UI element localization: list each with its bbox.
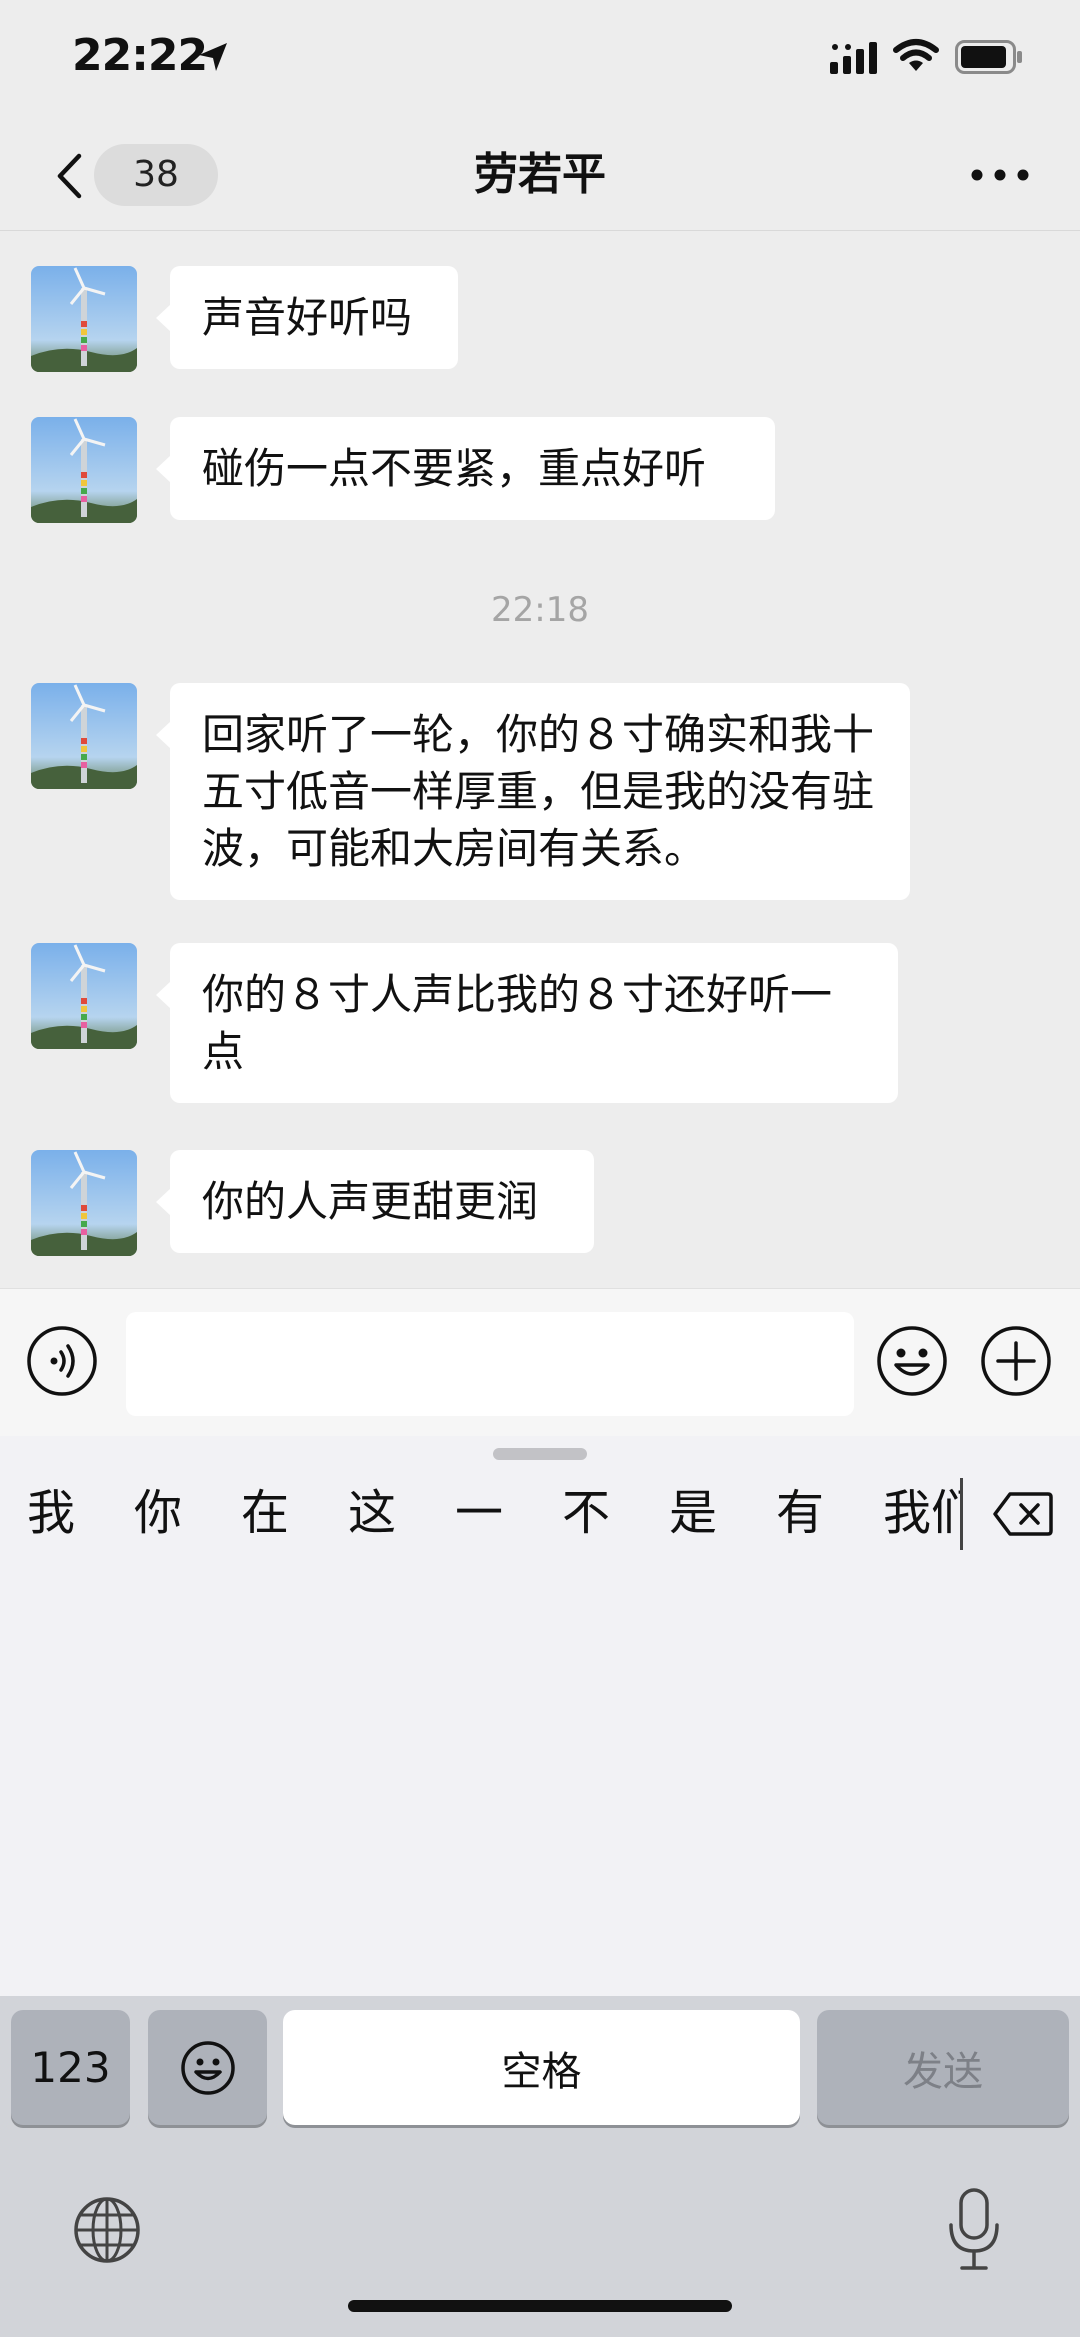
chat-title: 劳若平 (474, 149, 606, 200)
message-bubble[interactable]: 回家听了一轮，你的８寸确实和我十五寸低音一样厚重，但是我的没有驻波，可能和大房间… (156, 683, 910, 900)
message-bubble[interactable]: 声音好听吗 (156, 266, 458, 369)
wind-turbine-avatar-image (31, 683, 137, 789)
message-bubble[interactable]: 你的人声更甜更润 (156, 1150, 594, 1253)
wind-turbine-avatar-image (31, 266, 137, 372)
numbers-key[interactable]: 123 (11, 2010, 130, 2125)
emoji-icon (180, 2040, 235, 2095)
candidate-word[interactable]: 我们 (883, 1483, 961, 1543)
plus-icon[interactable] (980, 1325, 1052, 1397)
send-key[interactable]: 发送 (817, 2010, 1069, 2125)
status-time: 22:22 (72, 30, 208, 81)
avatar[interactable] (31, 266, 137, 372)
emoji-icon[interactable] (876, 1325, 948, 1397)
battery-icon (955, 40, 1022, 74)
avatar[interactable] (31, 943, 137, 1049)
wind-turbine-avatar-image (31, 943, 137, 1049)
message-bubble[interactable]: 碰伤一点不要紧，重点好听 (156, 417, 775, 520)
home-indicator (348, 2300, 732, 2312)
candidate-word[interactable]: 一 (455, 1483, 503, 1543)
avatar[interactable] (31, 683, 137, 789)
more-icon[interactable] (960, 150, 1040, 200)
candidate-word[interactable]: 在 (241, 1483, 289, 1543)
avatar[interactable] (31, 1150, 137, 1256)
message-bubble[interactable]: 你的８寸人声比我的８寸还好听一点 (156, 943, 898, 1103)
time-divider: 22:18 (491, 590, 589, 630)
avatar[interactable] (31, 417, 137, 523)
candidate-word[interactable]: 有 (776, 1483, 824, 1543)
delete-icon[interactable] (992, 1490, 1054, 1538)
message-input[interactable] (126, 1312, 854, 1416)
signal-icon (830, 42, 877, 74)
location-arrow-icon (199, 43, 227, 71)
mic-icon[interactable] (946, 2187, 1002, 2273)
keyboard-handle[interactable] (493, 1448, 587, 1460)
wifi-icon (893, 39, 939, 71)
wind-turbine-avatar-image (31, 1150, 137, 1256)
candidate-scroll-divider (960, 1478, 963, 1550)
globe-icon[interactable] (72, 2195, 142, 2265)
voice-icon[interactable] (26, 1325, 98, 1397)
candidate-word[interactable]: 这 (348, 1483, 396, 1543)
candidate-word[interactable]: 不 (562, 1483, 610, 1543)
wind-turbine-avatar-image (31, 417, 137, 523)
candidate-word[interactable]: 你 (134, 1483, 182, 1543)
space-key[interactable]: 空格 (283, 2010, 800, 2125)
candidate-word[interactable]: 是 (669, 1483, 717, 1543)
emoji-key[interactable] (148, 2010, 267, 2125)
candidate-word[interactable]: 我 (27, 1483, 75, 1543)
